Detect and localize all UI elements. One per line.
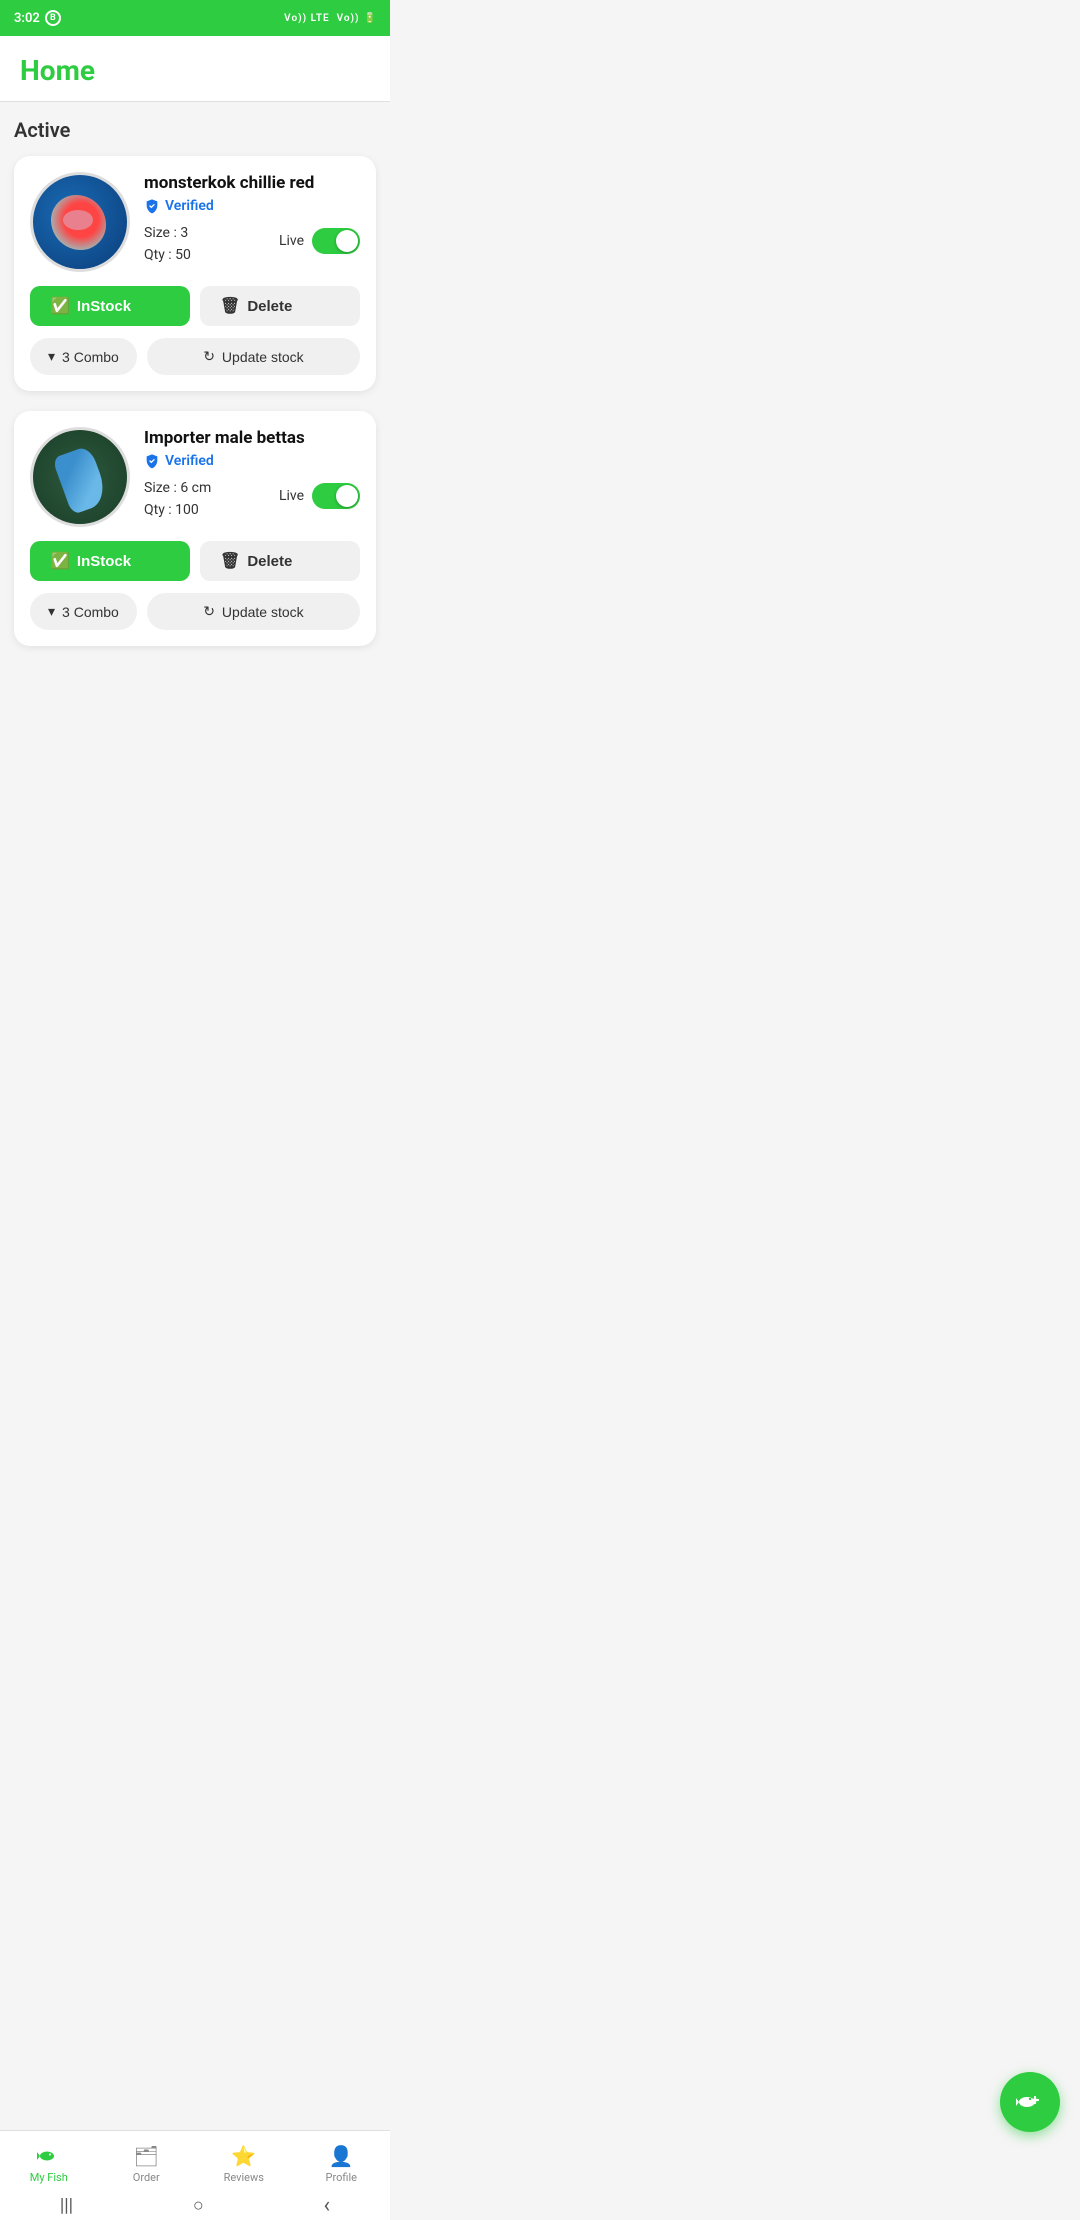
verified-badge-2: Verified	[144, 453, 360, 469]
instock-button-2[interactable]: ✅ InStock	[30, 541, 190, 581]
reviews-icon: ⭐	[231, 2144, 256, 2168]
refresh-icon-2: ↻	[203, 603, 215, 620]
verified-text-2: Verified	[165, 453, 214, 469]
profile-icon: 👤	[329, 2144, 354, 2168]
card-info-row-2: Size : 6 cm Qty : 100 Live	[144, 477, 360, 522]
order-icon: 🗂	[134, 2144, 159, 2168]
delete-button-2[interactable]: 🗑 Delete	[200, 541, 360, 581]
page-title: Home	[20, 54, 370, 87]
fish-details-1: Size : 3 Qty : 50	[144, 222, 191, 267]
main-content: Active monsterkok chillie red Verified S…	[0, 102, 390, 756]
fish-card-2: Importer male bettas Verified Size : 6 c…	[14, 411, 376, 646]
trash-icon-1: 🗑	[220, 296, 240, 316]
fish-avatar-2	[30, 427, 130, 527]
fish-details-2: Size : 6 cm Qty : 100	[144, 477, 211, 522]
fish-size-1: Size : 3	[144, 222, 191, 244]
nav-label-myfish: My Fish	[30, 2171, 68, 2184]
nav-label-profile: Profile	[326, 2171, 357, 2184]
status-b-icon: B	[45, 10, 61, 26]
trash-icon-2: 🗑	[220, 551, 240, 571]
action-row-2: ▾ 3 Combo ↻ Update stock	[30, 593, 360, 630]
nav-label-reviews: Reviews	[224, 2171, 264, 2184]
fish-qty-2: Qty : 100	[144, 499, 211, 521]
sys-menu-button[interactable]: |||	[60, 2195, 73, 2216]
live-label-1: Live	[279, 233, 304, 249]
live-label-2: Live	[279, 488, 304, 504]
fish-card-1: monsterkok chillie red Verified Size : 3…	[14, 156, 376, 391]
status-time: 3:02	[14, 11, 40, 26]
update-stock-button-2[interactable]: ↻ Update stock	[147, 593, 360, 630]
myfish-icon	[37, 2144, 61, 2168]
verified-badge-1: Verified	[144, 198, 360, 214]
status-bar: 3:02 B Vo)) LTE Vo)) 🔋	[0, 0, 390, 36]
fish-name-1: monsterkok chillie red	[144, 172, 360, 194]
add-fish-fab[interactable]	[1000, 2072, 1060, 2132]
fish-name-2: Importer male bettas	[144, 427, 360, 449]
btn-row-1: ✅ InStock 🗑 Delete	[30, 286, 360, 326]
sys-home-button[interactable]: ○	[193, 2195, 204, 2216]
nav-item-profile[interactable]: 👤 Profile	[293, 2131, 391, 2190]
live-toggle-row-2: Live	[279, 483, 360, 509]
fish-plus-icon	[1016, 2088, 1044, 2116]
live-toggle-2[interactable]	[312, 483, 360, 509]
nav-item-reviews[interactable]: ⭐ Reviews	[195, 2131, 293, 2190]
fish-avatar-1	[30, 172, 130, 272]
delete-button-1[interactable]: 🗑 Delete	[200, 286, 360, 326]
status-left: 3:02 B	[14, 10, 61, 26]
combo-button-2[interactable]: ▾ 3 Combo	[30, 593, 137, 630]
shield-icon-2	[144, 453, 160, 469]
refresh-icon-1: ↻	[203, 348, 215, 365]
bottom-nav: My Fish 🗂 Order ⭐ Reviews 👤 Profile	[0, 2130, 390, 2190]
system-nav-bar: ||| ○ ‹	[0, 2190, 390, 2220]
battery-icon: 🔋	[364, 13, 376, 24]
shield-icon-1	[144, 198, 160, 214]
live-toggle-row-1: Live	[279, 228, 360, 254]
card-info-2: Importer male bettas Verified Size : 6 c…	[144, 427, 360, 522]
card-info-row-1: Size : 3 Qty : 50 Live	[144, 222, 360, 267]
card-top-2: Importer male bettas Verified Size : 6 c…	[30, 427, 360, 527]
instock-button-1[interactable]: ✅ InStock	[30, 286, 190, 326]
card-top-1: monsterkok chillie red Verified Size : 3…	[30, 172, 360, 272]
check-icon-1: ✅	[50, 296, 70, 316]
network-indicators: Vo)) LTE Vo))	[284, 13, 359, 24]
btn-row-2: ✅ InStock 🗑 Delete	[30, 541, 360, 581]
chevron-down-icon-2: ▾	[48, 603, 55, 620]
header: Home	[0, 36, 390, 102]
fish-size-2: Size : 6 cm	[144, 477, 211, 499]
fish-qty-1: Qty : 50	[144, 244, 191, 266]
action-row-1: ▾ 3 Combo ↻ Update stock	[30, 338, 360, 375]
nav-item-myfish[interactable]: My Fish	[0, 2131, 98, 2190]
chevron-down-icon-1: ▾	[48, 348, 55, 365]
update-stock-button-1[interactable]: ↻ Update stock	[147, 338, 360, 375]
nav-item-order[interactable]: 🗂 Order	[98, 2131, 196, 2190]
check-icon-2: ✅	[50, 551, 70, 571]
verified-text-1: Verified	[165, 198, 214, 214]
sys-back-button[interactable]: ‹	[323, 2193, 330, 2218]
card-info-1: monsterkok chillie red Verified Size : 3…	[144, 172, 360, 267]
section-active-label: Active	[14, 118, 376, 142]
live-toggle-1[interactable]	[312, 228, 360, 254]
status-right: Vo)) LTE Vo)) 🔋	[284, 13, 376, 24]
nav-label-order: Order	[133, 2171, 160, 2184]
combo-button-1[interactable]: ▾ 3 Combo	[30, 338, 137, 375]
